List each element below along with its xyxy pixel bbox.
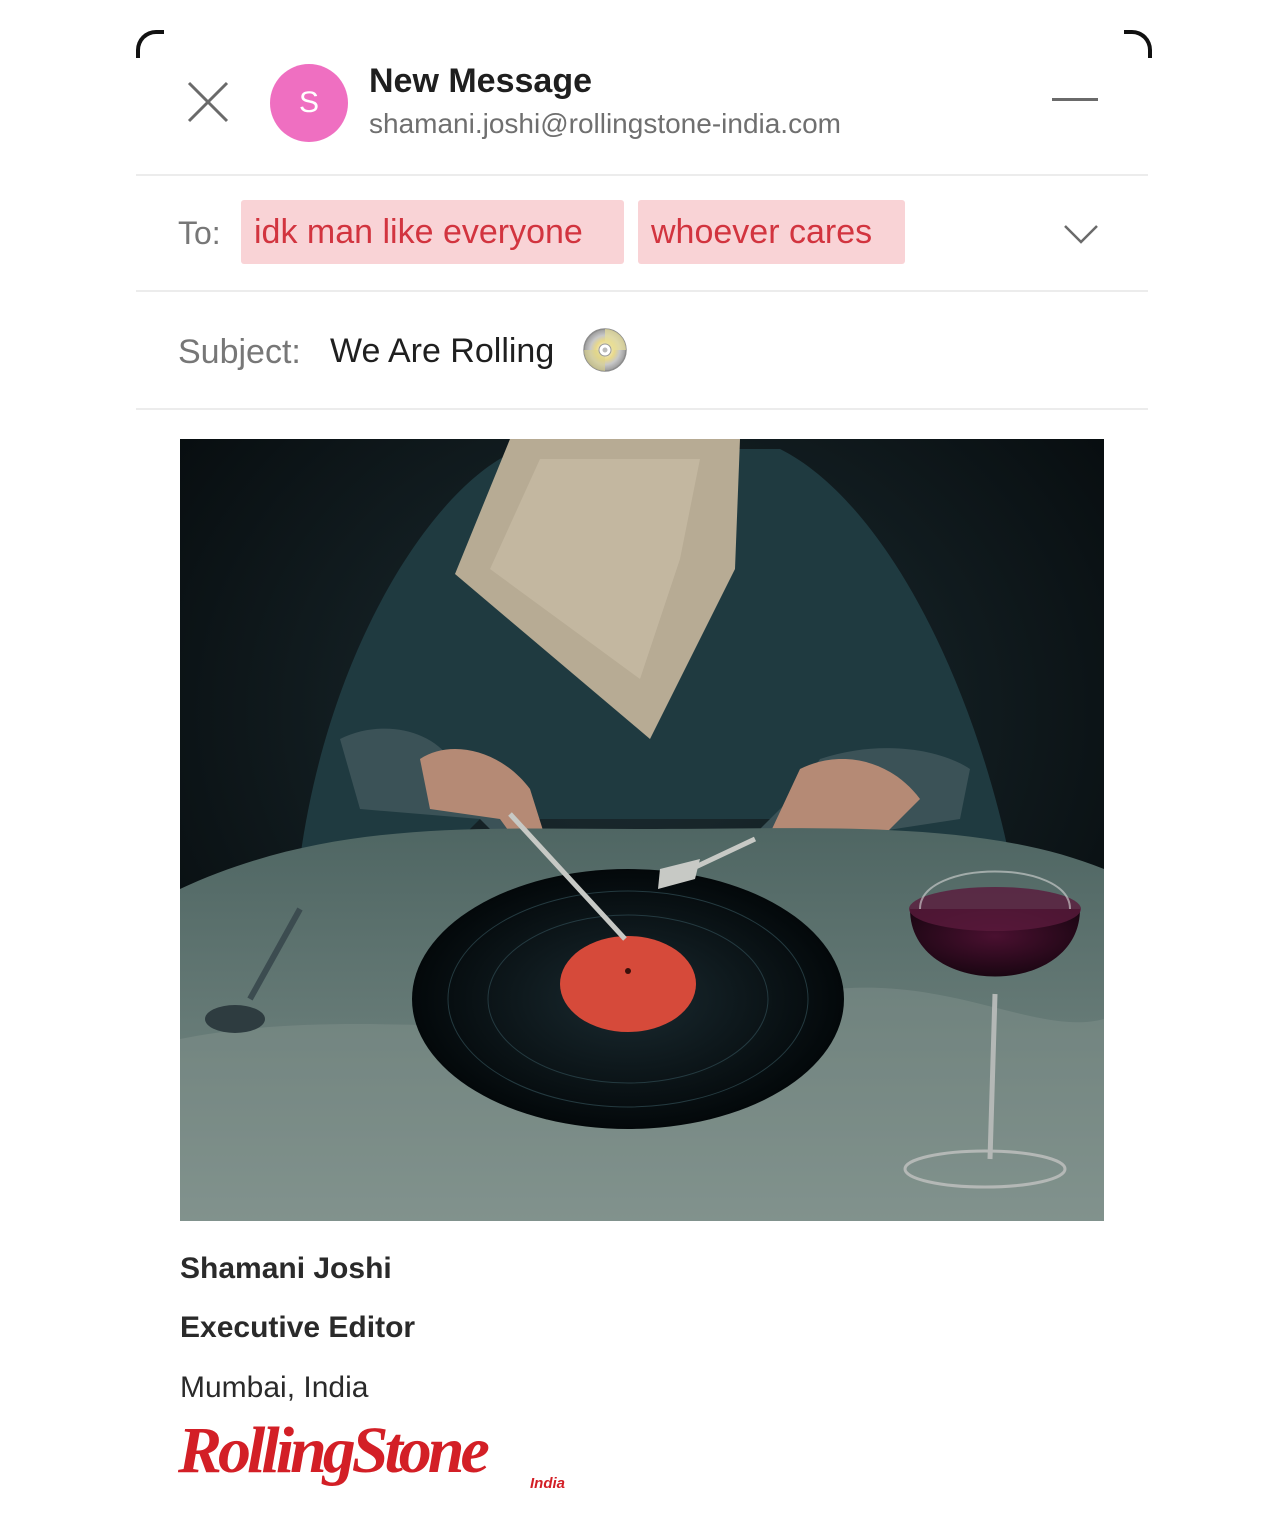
to-divider <box>136 290 1148 292</box>
rolling-stone-logo: RollingStone India <box>176 1410 576 1494</box>
recipient-chip[interactable]: whoever cares <box>638 200 905 264</box>
sender-email: shamani.joshi@rollingstone-india.com <box>369 108 841 139</box>
close-icon[interactable] <box>186 80 230 124</box>
signature-role: Executive Editor <box>180 1311 416 1344</box>
header-divider <box>136 174 1148 176</box>
subject-label: Subject: <box>178 333 301 371</box>
subject-field[interactable]: We Are Rolling <box>330 332 554 371</box>
compose-title: New Message <box>369 62 592 100</box>
body-image[interactable] <box>180 439 1104 1221</box>
signature-name: Shamani Joshi <box>180 1252 392 1285</box>
cd-icon <box>582 327 628 373</box>
svg-text:India: India <box>530 1475 565 1492</box>
recipient-chip[interactable]: idk man like everyone <box>241 200 624 264</box>
subject-divider <box>136 408 1148 410</box>
avatar[interactable]: S <box>270 64 348 142</box>
to-label: To: <box>178 215 221 251</box>
signature-location: Mumbai, India <box>180 1371 369 1404</box>
minimize-icon[interactable] <box>1050 90 1100 110</box>
svg-text:RollingStone: RollingStone <box>177 1414 488 1487</box>
chevron-down-icon[interactable] <box>1062 220 1100 248</box>
